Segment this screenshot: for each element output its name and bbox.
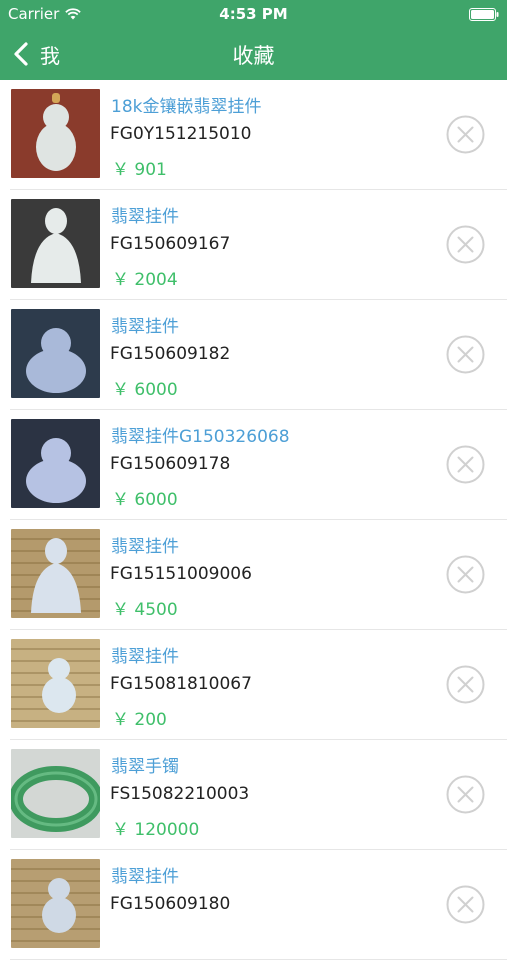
product-price: ￥ 2004 [112,270,178,290]
product-code: FG15151009006 [110,564,252,584]
list-item[interactable]: 翡翠挂件G150326068 FG150609178 ￥ 6000 [0,410,507,520]
navigation-bar: 我 收藏 [0,28,507,80]
product-thumbnail[interactable] [11,199,100,288]
product-thumbnail[interactable] [11,419,100,508]
product-price: ￥ 6000 [112,490,178,510]
product-name[interactable]: 翡翠挂件 [111,312,179,337]
list-item[interactable]: 翡翠挂件 FG150609182 ￥ 6000 [0,300,507,410]
product-thumbnail[interactable] [11,529,100,618]
product-thumbnail[interactable] [11,89,100,178]
list-item[interactable]: 翡翠挂件 FG15081810067 ￥ 200 [0,630,507,740]
product-thumbnail[interactable] [11,309,100,398]
status-bar: Carrier 4:53 PM [0,0,507,28]
product-code: FG15081810067 [110,674,252,694]
list-item[interactable]: 翡翠挂件 FG150609180 [0,850,507,960]
close-circle-icon [446,555,485,594]
close-circle-icon [446,335,485,374]
status-time: 4:53 PM [219,5,288,23]
battery-icon [469,8,499,21]
list-item[interactable]: 翡翠挂件 FG15151009006 ￥ 4500 [0,520,507,630]
product-name[interactable]: 18k金镶嵌翡翠挂件 [111,92,261,117]
product-code: FS15082210003 [110,784,250,804]
remove-favorite-button[interactable] [446,335,485,374]
product-thumbnail[interactable] [11,639,100,728]
product-name[interactable]: 翡翠挂件 [111,202,179,227]
product-thumbnail[interactable] [11,749,100,838]
product-price: ￥ 6000 [112,380,178,400]
favorites-list: 18k金镶嵌翡翠挂件 FG0Y151215010 ￥ 901 翡翠挂件 FG150609… [0,80,507,960]
close-circle-icon [446,115,485,154]
close-circle-icon [446,665,485,704]
product-price: ￥ 200 [112,710,167,730]
product-code: FG150609178 [110,454,231,474]
product-thumbnail[interactable] [11,859,100,948]
remove-favorite-button[interactable] [446,775,485,814]
product-name[interactable]: 翡翠挂件 [111,862,179,887]
close-circle-icon [446,885,485,924]
list-item[interactable]: 翡翠手镯 FS15082210003 ￥ 120000 [0,740,507,850]
product-code: FG150609180 [110,894,231,914]
remove-favorite-button[interactable] [446,445,485,484]
close-circle-icon [446,775,485,814]
product-price: ￥ 120000 [112,820,200,840]
product-name[interactable]: 翡翠手镯 [111,752,179,777]
list-item[interactable]: 18k金镶嵌翡翠挂件 FG0Y151215010 ￥ 901 [0,80,507,190]
product-name[interactable]: 翡翠挂件 [111,532,179,557]
close-circle-icon [446,445,485,484]
product-code: FG0Y151215010 [110,124,252,144]
product-price: ￥ 4500 [112,600,178,620]
remove-favorite-button[interactable] [446,665,485,704]
product-code: FG150609167 [110,234,231,254]
product-price: ￥ 901 [112,160,167,180]
product-name[interactable]: 翡翠挂件G150326068 [111,422,290,447]
remove-favorite-button[interactable] [446,555,485,594]
close-circle-icon [446,225,485,264]
remove-favorite-button[interactable] [446,225,485,264]
list-item[interactable]: 翡翠挂件 FG150609167 ￥ 2004 [0,190,507,300]
product-name[interactable]: 翡翠挂件 [111,642,179,667]
remove-favorite-button[interactable] [446,885,485,924]
page-title: 收藏 [232,44,275,68]
product-code: FG150609182 [110,344,231,364]
remove-favorite-button[interactable] [446,115,485,154]
